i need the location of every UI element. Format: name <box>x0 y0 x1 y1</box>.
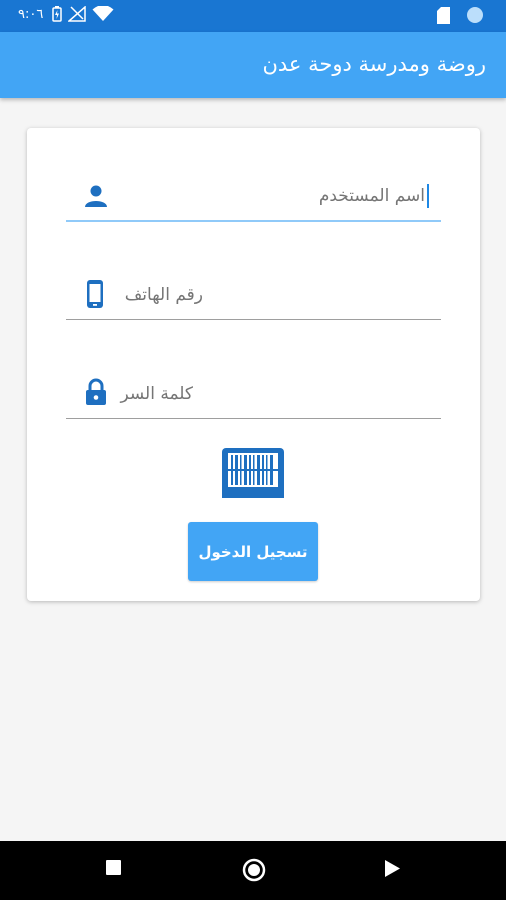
smartphone-icon <box>86 279 104 313</box>
status-time: ٩:٠٦ <box>18 7 44 22</box>
navigation-bar <box>0 841 506 900</box>
phone-field[interactable]: رقم الهاتف <box>66 279 441 320</box>
lock-icon <box>85 378 107 410</box>
status-bar: ٩:٠٦ <box>0 0 506 32</box>
password-label: كلمة السر <box>120 384 193 404</box>
password-field[interactable]: كلمة السر <box>66 378 441 419</box>
no-signal-icon <box>67 5 86 26</box>
sd-card-icon <box>437 6 450 28</box>
login-button[interactable]: تسجيل الدخول <box>188 522 318 581</box>
sync-circle-icon <box>466 6 484 28</box>
battery-charging-icon <box>52 6 62 26</box>
home-circle-icon[interactable] <box>242 858 266 886</box>
username-field[interactable]: اسم المستخدم <box>66 180 441 222</box>
wifi-icon <box>92 5 114 26</box>
recents-square-icon[interactable] <box>105 859 122 880</box>
app-title: روضة ومدرسة دوحة عدن <box>262 52 486 76</box>
barcode-scanner-icon[interactable] <box>222 448 284 502</box>
person-icon <box>84 183 108 213</box>
app-bar: روضة ومدرسة دوحة عدن <box>0 32 506 98</box>
username-label: اسم المستخدم <box>318 186 425 206</box>
login-card: اسم المستخدم رقم الهاتف كلمة السر تسجيل … <box>27 128 480 601</box>
back-triangle-icon[interactable] <box>384 859 401 882</box>
text-cursor <box>427 184 429 208</box>
phone-label: رقم الهاتف <box>124 285 203 305</box>
